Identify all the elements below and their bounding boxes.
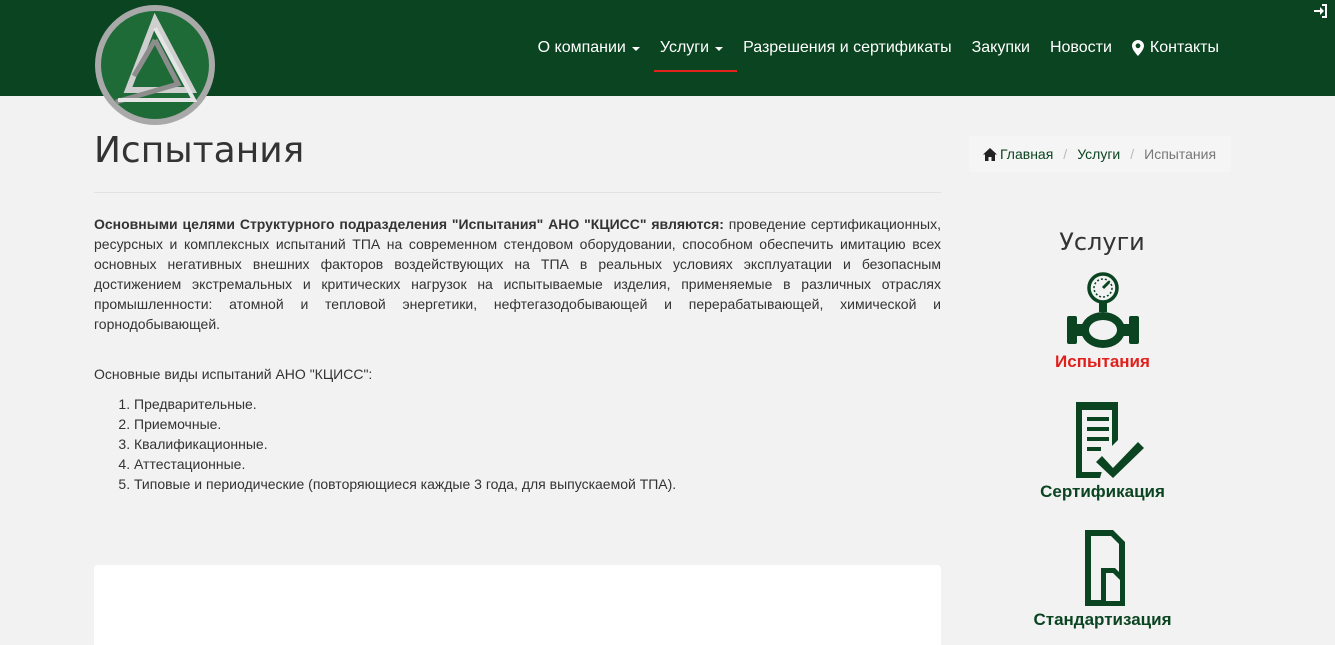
service-link-standardization[interactable]: Стандартизация <box>1000 528 1205 630</box>
nav-item-label: Разрешения и сертификаты <box>743 39 952 56</box>
caret-down-icon <box>631 47 640 51</box>
list-item: Квалификационные. <box>134 434 941 454</box>
map-marker-icon <box>1131 40 1144 56</box>
breadcrumb-services[interactable]: Услуги <box>1077 146 1120 162</box>
service-label: Стандартизация <box>1033 610 1172 629</box>
nav-item-label: О компании <box>537 39 626 56</box>
main-content: Основными целями Структурного подразделе… <box>94 214 941 494</box>
nav-item-news[interactable]: Новости <box>1050 0 1112 96</box>
nav-item-label: Контакты <box>1149 39 1219 56</box>
service-label: Сертификация <box>1040 482 1165 501</box>
title-divider <box>94 192 941 193</box>
valve-gauge-icon <box>1066 272 1139 348</box>
document-check-icon <box>1075 402 1144 478</box>
company-logo[interactable] <box>94 4 216 126</box>
main-nav: О компании Услуги Разрешения и сертифика… <box>538 0 1219 96</box>
page-title: Испытания <box>94 130 305 171</box>
service-link-tests[interactable]: Испытания <box>1000 272 1205 372</box>
nav-item-label: Услуги <box>659 39 710 56</box>
service-link-certification[interactable]: Сертификация <box>1000 400 1205 502</box>
sign-in-icon[interactable] <box>1313 3 1329 19</box>
service-label: Испытания <box>1055 352 1150 371</box>
sidebar-title: Услуги <box>1059 228 1145 256</box>
content-panel <box>94 565 941 645</box>
nav-item-contacts[interactable]: Контакты <box>1131 0 1219 96</box>
breadcrumb: Главная / Услуги / Испытания <box>969 136 1231 172</box>
list-item: Аттестационные. <box>134 454 941 474</box>
list-item: Приемочные. <box>134 414 941 434</box>
breadcrumb-separator: / <box>1130 146 1135 162</box>
nav-item-purchases[interactable]: Закупки <box>972 0 1030 96</box>
list-item: Предварительные. <box>134 394 941 414</box>
nav-item-services[interactable]: Услуги <box>653 0 738 96</box>
document-icon <box>1084 530 1125 606</box>
intro-text: проведение сертификационных, ресурсных и… <box>94 216 941 332</box>
breadcrumb-current: Испытания <box>1144 146 1217 162</box>
nav-item-label: Закупки <box>971 39 1030 56</box>
nav-item-permits[interactable]: Разрешения и сертификаты <box>743 0 952 96</box>
home-icon <box>983 147 997 161</box>
intro-bold: Основными целями Структурного подразделе… <box>94 216 724 232</box>
nav-item-label: Новости <box>1049 39 1112 56</box>
breadcrumb-home-label: Главная <box>1000 146 1054 162</box>
list-item: Типовые и периодические (повторяющиеся к… <box>134 474 941 494</box>
caret-down-icon <box>715 47 724 51</box>
test-types-list: Предварительные. Приемочные. Квалификаци… <box>94 394 941 494</box>
test-types-heading: Основные виды испытаний АНО "КЦИСС": <box>94 366 373 382</box>
breadcrumb-home[interactable]: Главная <box>983 146 1053 162</box>
nav-item-about[interactable]: О компании <box>538 0 640 96</box>
intro-paragraph: Основными целями Структурного подразделе… <box>94 214 941 334</box>
breadcrumb-separator: / <box>1063 146 1068 162</box>
